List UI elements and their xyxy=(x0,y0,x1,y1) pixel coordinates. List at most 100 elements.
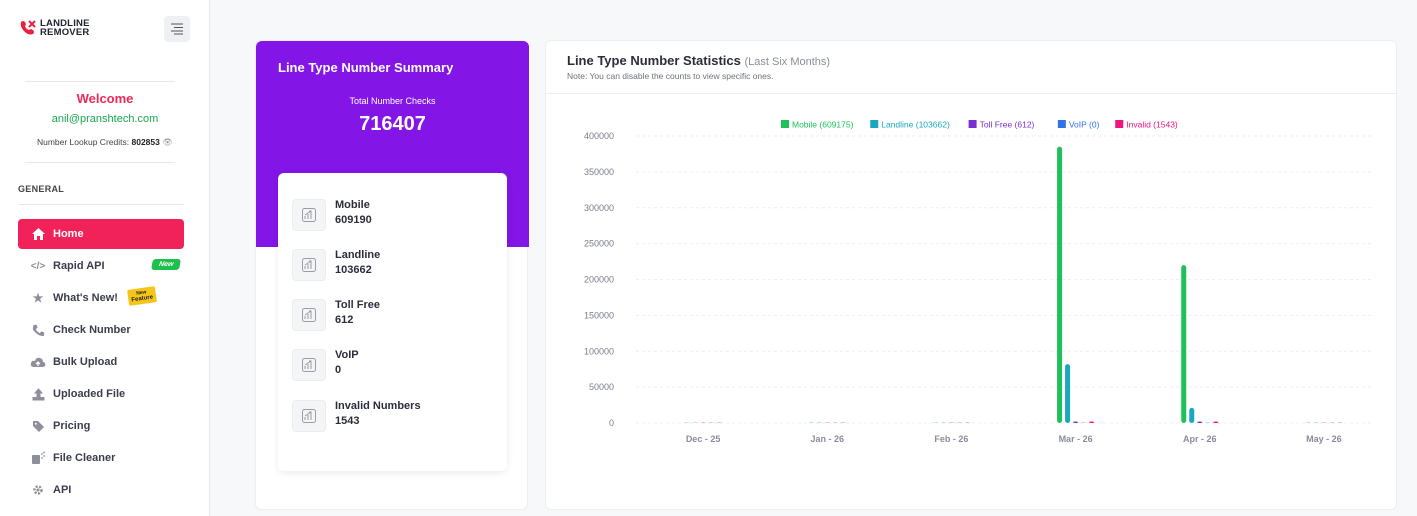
legend-item[interactable]: VoIP (0) xyxy=(1057,120,1100,130)
sidebar-item-home[interactable]: Home xyxy=(18,219,184,249)
bar-landline xyxy=(816,422,822,423)
hamburger-icon xyxy=(171,23,183,35)
legend-item[interactable]: Mobile (609175) xyxy=(781,120,854,130)
bar-invalid xyxy=(716,422,722,423)
summary-title: Line Type Number Summary xyxy=(278,60,454,75)
sidebar-item-api[interactable]: API xyxy=(18,475,184,505)
chart-growth-icon xyxy=(292,349,326,381)
stat-value: 0 xyxy=(335,364,342,376)
sidebar-item-label: Rapid API xyxy=(53,260,105,272)
sidebar-item-label: Bulk Upload xyxy=(53,356,118,368)
bar-landline xyxy=(1313,422,1319,423)
sidebar-item-label: Uploaded File xyxy=(53,388,126,400)
y-tick-label: 350000 xyxy=(584,167,614,177)
y-tick-label: 400000 xyxy=(584,131,614,141)
sidebar-item-pricing[interactable]: Pricing xyxy=(18,411,184,441)
new-badge: New xyxy=(150,259,181,270)
x-tick-label: Dec - 25 xyxy=(686,434,721,444)
x-tick-label: Apr - 26 xyxy=(1183,434,1217,444)
sidebar-item-whats-new[interactable]: ★ What's New! New Feature xyxy=(18,283,184,313)
stat-label: Landline xyxy=(335,249,381,261)
home-icon xyxy=(30,226,46,242)
bar-landline xyxy=(1189,407,1195,423)
file-cleaner-icon xyxy=(30,450,46,466)
chart-growth-icon xyxy=(292,299,326,331)
stat-landline: Landline 103662 xyxy=(292,249,380,281)
stat-value: 612 xyxy=(335,314,354,326)
divider xyxy=(18,204,184,205)
bar-voip xyxy=(1205,422,1211,423)
legend-item[interactable]: Toll Free (612) xyxy=(968,120,1035,130)
credits-line: Number Lookup Credits: 802853 👁 xyxy=(0,137,210,148)
bar-mobile xyxy=(684,422,690,423)
menu-toggle-button[interactable] xyxy=(164,16,190,42)
divider xyxy=(25,81,175,82)
sidebar-item-label: Pricing xyxy=(53,420,91,432)
sidebar-item-label: Home xyxy=(53,228,84,240)
total-checks-label: Total Number Checks xyxy=(349,96,436,106)
y-tick-label: 250000 xyxy=(584,239,614,249)
brand-logo[interactable]: LANDLINE REMOVER xyxy=(18,18,90,38)
stat-value: 609190 xyxy=(335,214,372,226)
bar-invalid xyxy=(1213,421,1219,423)
sidebar-item-rapid-api[interactable]: </> Rapid API New xyxy=(18,251,184,281)
summary-card: Line Type Number Summary Total Number Ch… xyxy=(255,40,529,510)
legend-swatch xyxy=(781,120,789,128)
bar-landline xyxy=(692,422,698,423)
stat-value: 103662 xyxy=(335,264,372,276)
bar-toll xyxy=(1073,421,1079,423)
y-tick-label: 300000 xyxy=(584,203,614,213)
sidebar: LANDLINE REMOVER Welcome anil@pranshtech… xyxy=(0,0,210,516)
y-tick-label: 150000 xyxy=(584,310,614,320)
legend-label: VoIP (0) xyxy=(1069,120,1100,130)
bar-voip xyxy=(1081,422,1087,423)
stat-toll-free: Toll Free 612 xyxy=(292,299,380,331)
legend-swatch xyxy=(968,120,977,128)
bar-voip xyxy=(1329,422,1335,423)
api-icon xyxy=(30,482,46,498)
y-tick-label: 100000 xyxy=(584,346,614,356)
bar-voip xyxy=(956,422,962,423)
bar-mobile xyxy=(808,422,814,423)
stat-label: Toll Free xyxy=(335,299,381,311)
sidebar-item-file-cleaner[interactable]: File Cleaner xyxy=(18,443,184,473)
sidebar-item-check-number[interactable]: Check Number xyxy=(18,315,184,345)
welcome-title: Welcome xyxy=(76,91,134,106)
stat-voip: VoIP 0 xyxy=(292,349,359,381)
bar-voip xyxy=(832,422,838,423)
x-tick-label: Feb - 26 xyxy=(934,434,968,444)
sidebar-item-bulk-upload[interactable]: Bulk Upload xyxy=(18,347,184,377)
legend-swatch xyxy=(1057,120,1066,128)
legend-label: Toll Free (612) xyxy=(980,120,1035,130)
bar-toll xyxy=(948,422,954,423)
line-type-bar-chart: Mobile (609175) Landline (103662) Toll Fre… xyxy=(584,120,1371,444)
bar-landline xyxy=(1065,364,1071,423)
bar-invalid xyxy=(1089,421,1095,423)
sidebar-item-uploaded-file[interactable]: Uploaded File xyxy=(18,379,184,409)
section-general: GENERAL xyxy=(18,184,65,194)
bar-toll xyxy=(1197,421,1203,423)
bar-mobile xyxy=(1181,265,1187,423)
chart-growth-icon xyxy=(292,249,326,281)
cloud-upload-icon xyxy=(30,354,46,370)
statistics-card: Line Type Number Statistics (Last Six Mo… xyxy=(545,40,1398,510)
chart-title-suffix: (Last Six Months) xyxy=(744,56,831,68)
stat-value: 1543 xyxy=(335,415,360,427)
eye-icon[interactable]: 👁 xyxy=(162,137,173,147)
legend-item[interactable]: Landline (103662) xyxy=(870,120,950,130)
stat-label: Invalid Numbers xyxy=(335,400,421,412)
chart-growth-icon xyxy=(292,400,326,432)
stat-invalid: Invalid Numbers 1543 xyxy=(292,400,421,432)
code-icon: </> xyxy=(30,260,46,272)
bar-invalid xyxy=(1337,422,1343,423)
bar-mobile xyxy=(1305,422,1311,423)
x-tick-label: Mar - 26 xyxy=(1059,434,1093,444)
sidebar-nav: Home </> Rapid API New ★ What's New! New… xyxy=(18,219,184,507)
y-tick-label: 200000 xyxy=(584,275,614,285)
legend-item[interactable]: Invalid (1543) xyxy=(1115,120,1178,130)
stats-list: Mobile 609190 Landline 103662 Toll Free … xyxy=(278,173,507,471)
credits-label: Number Lookup Credits: xyxy=(36,137,130,147)
stat-label: VoIP xyxy=(335,349,359,361)
star-icon: ★ xyxy=(32,291,44,305)
y-tick-label: 50000 xyxy=(589,382,614,392)
